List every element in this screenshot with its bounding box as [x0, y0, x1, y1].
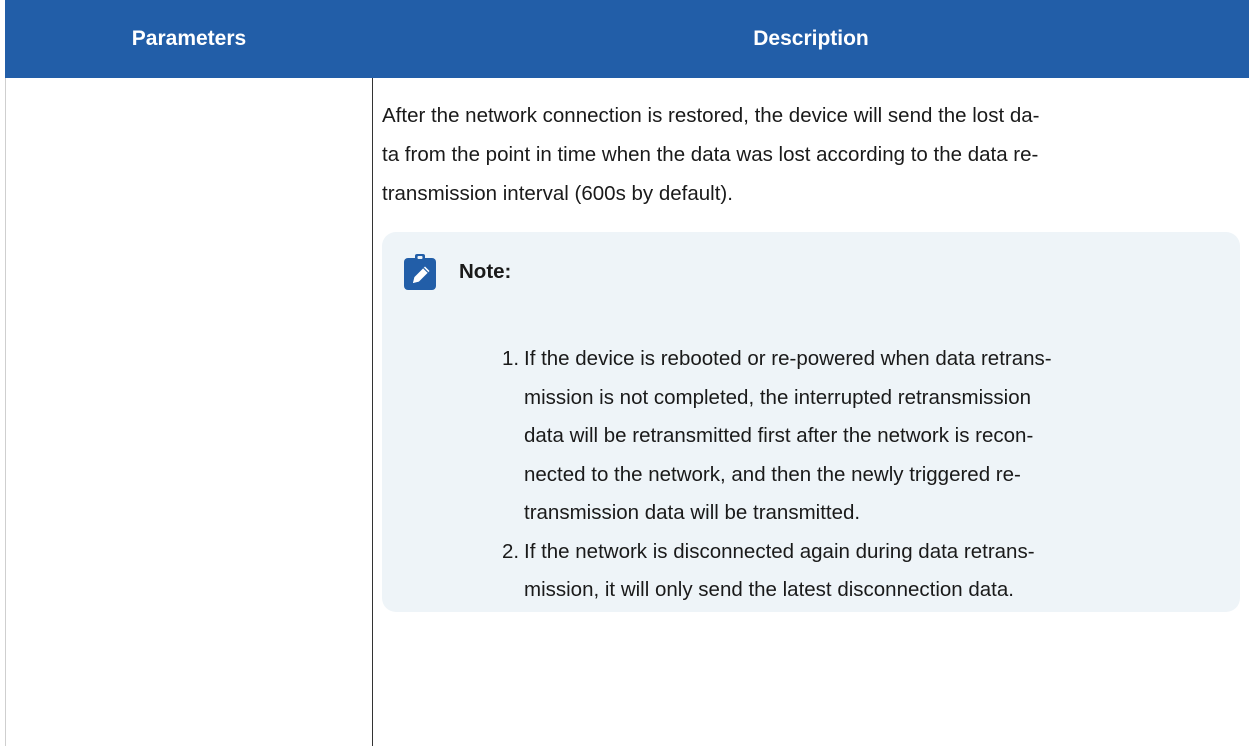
description-cell: After the network connection is restored… — [382, 78, 1240, 612]
document-page: Parameters Description After the network… — [0, 0, 1249, 746]
table-left-border — [5, 78, 6, 746]
note-line: If the device is rebooted or re-powered … — [524, 347, 1052, 370]
note-item-text: If the network is disconnected again dur… — [524, 533, 1202, 610]
column-divider — [372, 78, 373, 746]
pencil-icon — [404, 254, 436, 290]
header-parameters: Parameters — [131, 27, 247, 50]
note-item-text: If the device is rebooted or re-powered … — [524, 340, 1202, 533]
description-line: ta from the point in time when the data … — [382, 143, 1039, 166]
note-item: 1. If the device is rebooted or re-power… — [502, 340, 1202, 533]
note-box: Note: 1. If the device is rebooted or re… — [382, 232, 1240, 612]
note-line: nected to the network, and then the newl… — [524, 462, 1021, 486]
description-paragraph: After the network connection is restored… — [382, 78, 1240, 213]
note-line: data will be retransmitted first after t… — [524, 424, 1034, 447]
note-title: Note: — [459, 260, 512, 283]
note-line: transmission data will be transmitted. — [524, 501, 861, 524]
parameters-table: Parameters Description After the network… — [5, 0, 1249, 746]
note-item-number: 1. — [502, 347, 520, 370]
description-line: transmission interval (600s by default). — [382, 182, 733, 205]
description-line: After the network connection is restored… — [382, 104, 1040, 127]
table-header: Parameters Description — [5, 0, 1249, 78]
note-line: mission is not completed, the interrupte… — [524, 385, 1032, 409]
note-item-number: 2. — [502, 539, 520, 563]
header-description: Description — [753, 27, 869, 50]
note-line: If the network is disconnected again dur… — [524, 539, 1035, 563]
note-line: mission, it will only send the latest di… — [524, 578, 1014, 601]
note-list: 1. If the device is rebooted or re-power… — [502, 340, 1202, 610]
note-item: 2. If the network is disconnected again … — [502, 533, 1202, 610]
